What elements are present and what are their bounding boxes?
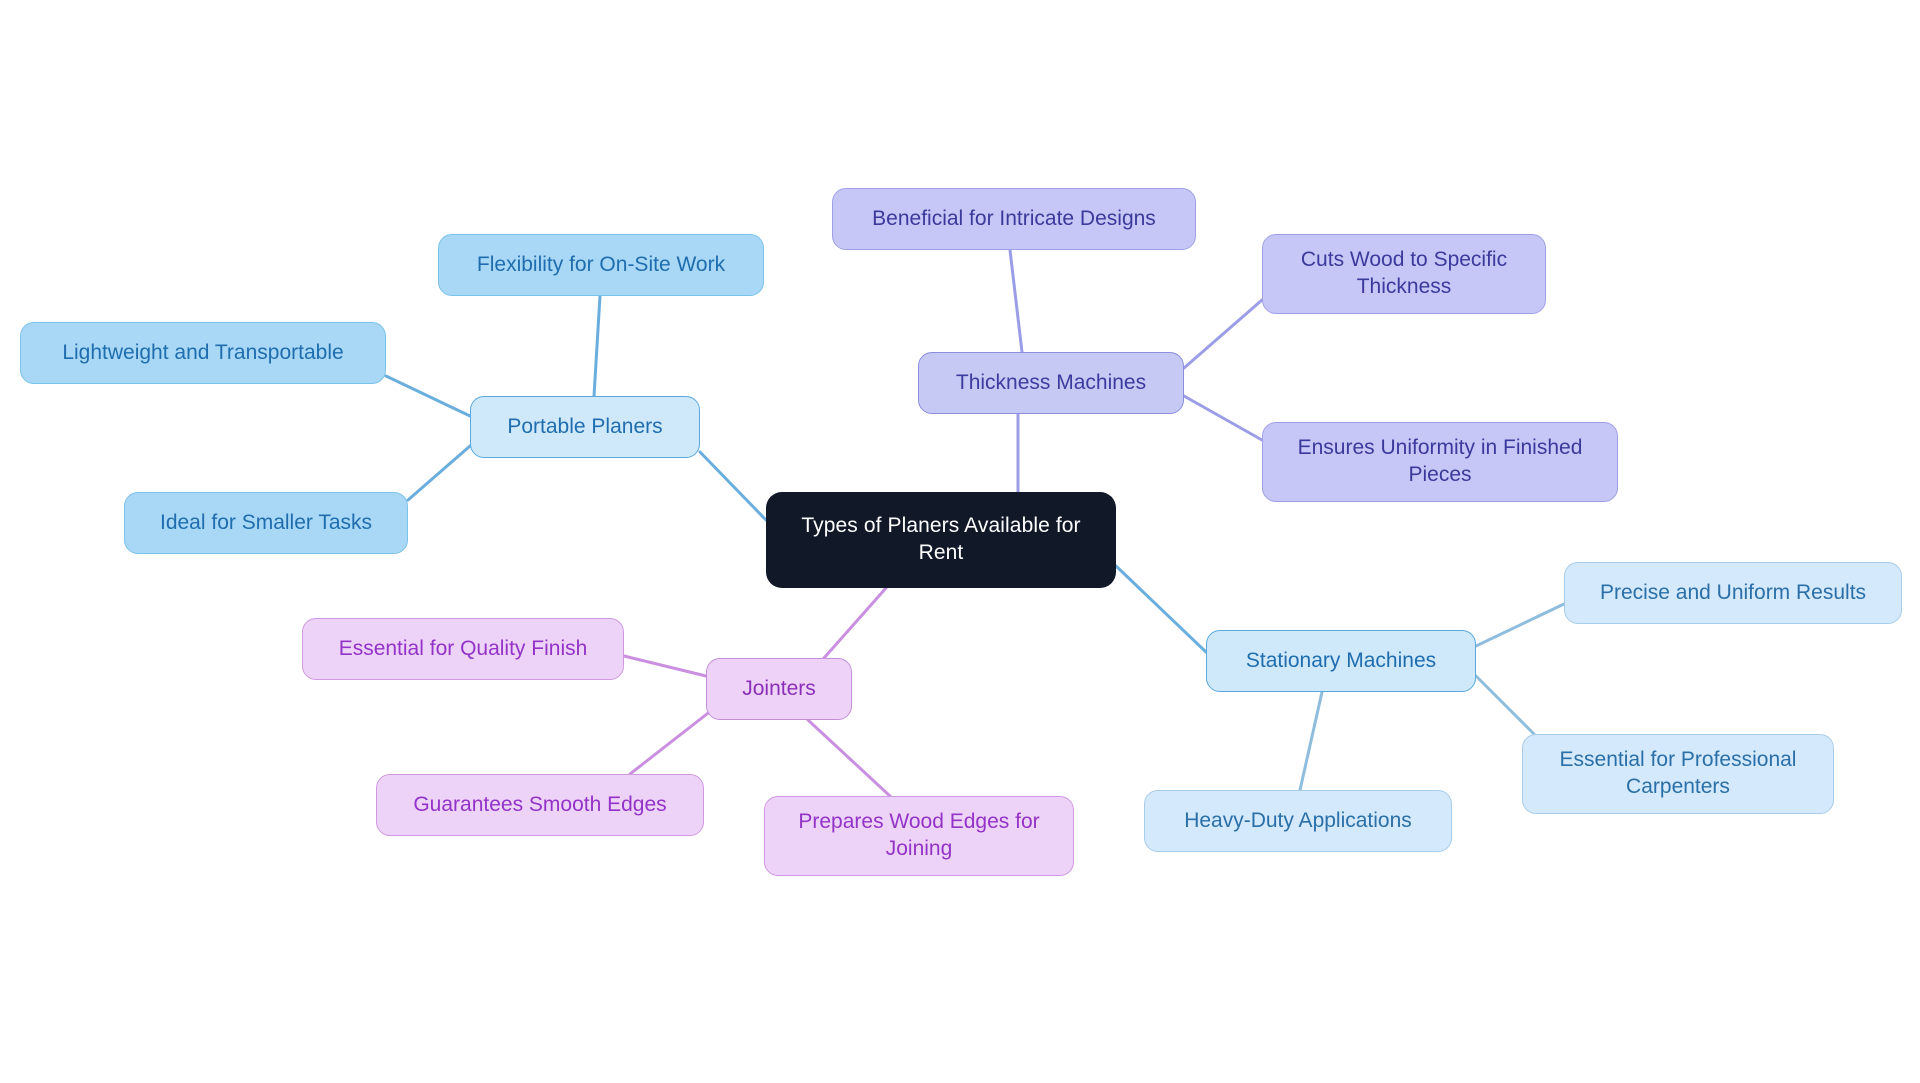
- mindmap-branch-thickness-machines[interactable]: Thickness Machines: [918, 352, 1184, 414]
- mindmap-branch-stationary-machines[interactable]: Stationary Machines: [1206, 630, 1476, 692]
- mindmap-edge: [1008, 248, 1024, 354]
- mindmap-edge: [1474, 674, 1536, 736]
- mindmap-leaf-flexibility-for-on-site-work[interactable]: Flexibility for On-Site Work: [438, 234, 764, 296]
- mindmap-edge: [822, 586, 888, 660]
- mindmap-edge: [592, 294, 602, 398]
- mindmap-canvas: Types of Planers Available for Rent Porta…: [0, 0, 1920, 1083]
- mindmap-leaf-heavy-duty-applications[interactable]: Heavy-Duty Applications: [1144, 790, 1452, 852]
- mindmap-leaf-guarantees-smooth-edges[interactable]: Guarantees Smooth Edges: [376, 774, 704, 836]
- mindmap-edge: [628, 708, 714, 776]
- mindmap-edge: [1474, 602, 1566, 648]
- mindmap-leaf-precise-and-uniform-results[interactable]: Precise and Uniform Results: [1564, 562, 1902, 624]
- mindmap-leaf-beneficial-for-intricate-designs[interactable]: Beneficial for Intricate Designs: [832, 188, 1196, 250]
- mindmap-leaf-lightweight-and-transportable[interactable]: Lightweight and Transportable: [20, 322, 386, 384]
- mindmap-branch-portable-planers[interactable]: Portable Planers: [470, 396, 700, 458]
- mindmap-edge: [1182, 394, 1264, 442]
- mindmap-edge: [806, 718, 892, 798]
- mindmap-root-node[interactable]: Types of Planers Available for Rent: [766, 492, 1116, 588]
- mindmap-leaf-essential-for-quality-finish[interactable]: Essential for Quality Finish: [302, 618, 624, 680]
- mindmap-leaf-prepares-wood-edges-for-joining[interactable]: Prepares Wood Edges for Joining: [764, 796, 1074, 876]
- mindmap-edge: [698, 450, 768, 522]
- mindmap-edge: [1182, 298, 1264, 370]
- mindmap-edge: [622, 654, 708, 678]
- mindmap-edge: [384, 374, 472, 418]
- mindmap-edge: [1298, 690, 1324, 792]
- mindmap-leaf-cuts-wood-to-specific-thickness[interactable]: Cuts Wood to Specific Thickness: [1262, 234, 1546, 314]
- mindmap-edge: [406, 444, 472, 502]
- mindmap-edge: [1114, 564, 1208, 654]
- mindmap-branch-jointers[interactable]: Jointers: [706, 658, 852, 720]
- mindmap-leaf-ideal-for-smaller-tasks[interactable]: Ideal for Smaller Tasks: [124, 492, 408, 554]
- mindmap-leaf-ensures-uniformity-in-finished-pieces[interactable]: Ensures Uniformity in Finished Pieces: [1262, 422, 1618, 502]
- mindmap-leaf-essential-for-professional-carpenters[interactable]: Essential for Professional Carpenters: [1522, 734, 1834, 814]
